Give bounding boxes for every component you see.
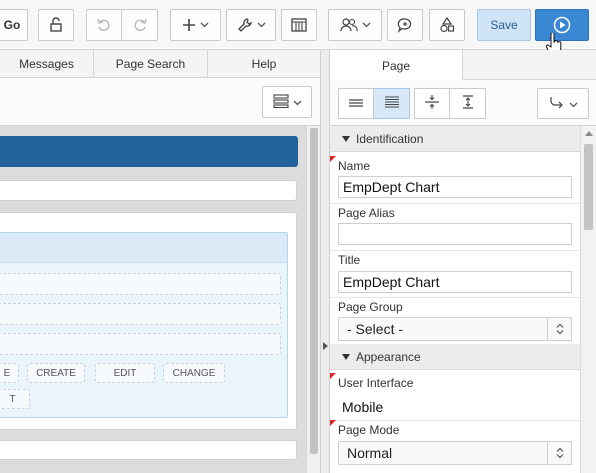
list-icon — [272, 93, 289, 111]
shared-components-button[interactable] — [281, 9, 317, 41]
chevron-down-icon — [362, 22, 371, 28]
save-button[interactable]: Save — [477, 9, 531, 41]
grid-icon — [291, 18, 307, 32]
updown-icon — [547, 442, 571, 464]
run-page-button[interactable] — [535, 9, 589, 41]
canvas-scrollbar[interactable] — [306, 126, 320, 473]
tab-page[interactable]: Page — [330, 50, 463, 81]
chevron-down-icon — [257, 22, 266, 28]
chevron-down-icon — [200, 22, 209, 28]
section-appearance[interactable]: Appearance — [330, 344, 580, 370]
tab-help[interactable]: Help — [208, 50, 320, 78]
play-icon — [553, 16, 571, 34]
property-tabs: Page — [330, 50, 596, 81]
redo-icon — [132, 16, 148, 35]
required-flag-icon — [330, 373, 336, 379]
collapse-icon — [424, 95, 440, 112]
show-all-button[interactable] — [374, 88, 410, 119]
page-alias-field[interactable] — [338, 223, 572, 245]
redirect-icon — [549, 95, 565, 112]
lock-icon — [48, 17, 64, 33]
user-interface-value: Mobile — [342, 399, 384, 415]
triangle-down-icon — [342, 353, 350, 360]
scrollbar-thumb[interactable] — [584, 144, 593, 230]
shapes-icon — [439, 17, 455, 33]
required-flag-icon — [330, 420, 336, 426]
team-icon — [339, 18, 358, 32]
expand-all-button[interactable] — [450, 88, 486, 119]
chart-region[interactable]: E CREATE EDIT CHANGE T — [0, 232, 288, 418]
section-title: Identification — [356, 131, 424, 146]
property-editor: Page Identification Name EmpDept Chart P… — [330, 50, 596, 473]
updown-icon — [547, 318, 571, 340]
title-label: Title — [338, 253, 361, 267]
comments-button[interactable] — [387, 9, 423, 41]
page-layout-canvas: E CREATE EDIT CHANGE T — [0, 126, 306, 473]
tab-messages[interactable]: Messages — [0, 50, 94, 78]
main-toolbar: Go Save — [0, 0, 596, 55]
button-placeholder-change[interactable]: CHANGE — [163, 363, 225, 383]
footer-region[interactable] — [0, 440, 297, 460]
bottom-left-tabs: Messages Page Search Help — [0, 50, 320, 78]
drop-zone[interactable] — [0, 273, 281, 295]
user-interface-label: User Interface — [338, 376, 414, 390]
collapse-arrow-icon[interactable] — [323, 342, 328, 350]
plus-icon — [182, 18, 196, 32]
undo-button[interactable] — [86, 9, 122, 41]
drop-zone[interactable] — [0, 333, 281, 355]
lines-icon — [348, 97, 364, 111]
page-group-select[interactable]: - Select - — [338, 317, 572, 341]
collapse-all-button[interactable] — [414, 88, 450, 119]
go-to-group-menu-button[interactable] — [537, 88, 589, 119]
property-list: Identification Name EmpDept Chart Page A… — [330, 126, 580, 473]
scroll-up-icon[interactable] — [585, 131, 593, 136]
panel-splitter[interactable] — [320, 50, 330, 473]
page-mode-label: Page Mode — [338, 423, 400, 437]
shortcuts-button[interactable] — [429, 9, 465, 41]
page-mode-value: Normal — [347, 445, 393, 461]
page-mode-select[interactable]: Normal — [338, 441, 572, 465]
chevron-down-icon — [293, 95, 302, 109]
team-dev-menu-button[interactable] — [328, 9, 382, 41]
tab-page-search[interactable]: Page Search — [94, 50, 208, 78]
layout-toolbar — [0, 78, 320, 126]
page-group-label: Page Group — [338, 300, 403, 314]
required-flag-icon — [330, 156, 336, 162]
page-alias-label: Page Alias — [338, 206, 395, 220]
lock-button[interactable] — [38, 9, 74, 41]
section-identification[interactable]: Identification — [330, 126, 580, 152]
undo-icon — [96, 16, 112, 35]
create-menu-button[interactable] — [170, 9, 221, 41]
button-placeholder[interactable]: E — [0, 363, 19, 383]
wrench-icon — [237, 17, 253, 33]
comment-icon — [397, 17, 413, 33]
title-field[interactable]: EmpDept Chart — [338, 271, 572, 293]
go-button[interactable]: Go — [0, 9, 28, 41]
page-header-region[interactable] — [0, 136, 298, 167]
redo-button[interactable] — [122, 9, 158, 41]
utilities-menu-button[interactable] — [226, 9, 276, 41]
view-toggle-group — [338, 88, 486, 119]
chevron-down-icon — [569, 97, 578, 111]
expand-icon — [460, 95, 476, 112]
triangle-down-icon — [342, 135, 350, 142]
dense-lines-icon — [384, 96, 400, 111]
button-placeholder-create[interactable]: CREATE — [27, 363, 85, 383]
undo-redo-group — [86, 9, 158, 41]
page-group-value: - Select - — [347, 321, 404, 337]
name-field[interactable]: EmpDept Chart — [338, 176, 572, 198]
property-toolbar — [330, 80, 596, 126]
button-placeholder[interactable]: T — [0, 389, 30, 409]
scrollbar-thumb[interactable] — [310, 128, 318, 454]
button-placeholder-edit[interactable]: EDIT — [95, 363, 155, 383]
drop-zone[interactable] — [0, 303, 281, 325]
breadcrumb-region[interactable] — [0, 180, 297, 201]
section-title: Appearance — [356, 349, 421, 364]
show-common-button[interactable] — [338, 88, 374, 119]
property-scrollbar[interactable] — [580, 126, 596, 473]
name-label: Name — [338, 159, 371, 173]
grid-layout-menu-button[interactable] — [262, 86, 312, 118]
chart-region-header — [0, 233, 287, 263]
